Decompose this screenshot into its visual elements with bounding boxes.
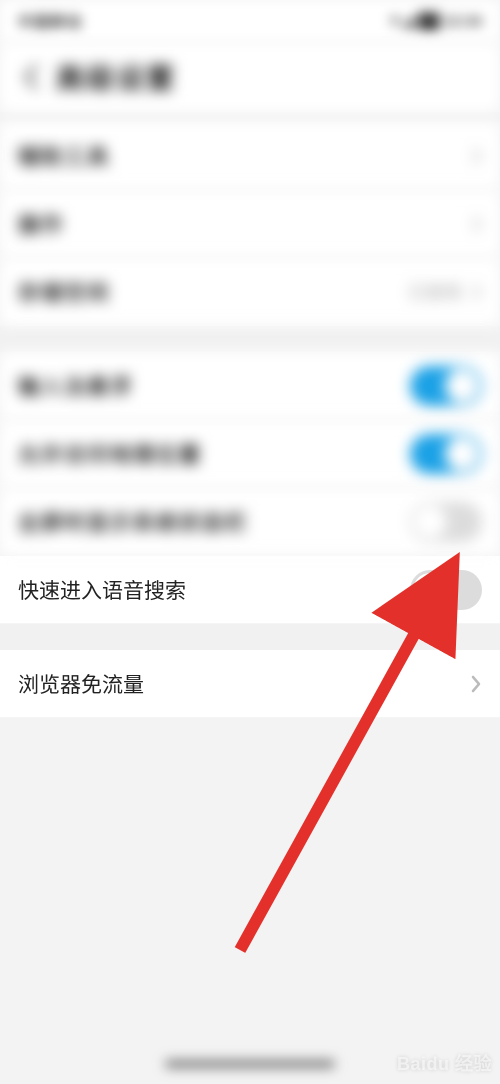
row-label: 存储空间 <box>18 277 110 307</box>
status-bar: 中国移动 ▼◢ ██ 12:34 <box>0 0 500 42</box>
row-right <box>472 148 482 164</box>
settings-row[interactable]: 辅助工具 <box>0 122 500 190</box>
chevron-right-icon <box>472 284 482 300</box>
nav-bar: 高级设置 <box>0 42 500 112</box>
chevron-right-icon <box>470 675 482 693</box>
page-title: 高级设置 <box>56 57 176 97</box>
voice-search-label: 快速进入语音搜索 <box>18 575 186 605</box>
toggle-switch[interactable] <box>410 366 482 406</box>
row-label: 全屏时显示系统状态栏 <box>18 507 248 537</box>
row-label: 辅助工具 <box>18 141 110 171</box>
status-carrier: 中国移动 <box>18 11 82 32</box>
settings-row[interactable]: 存储空间 已使用 <box>0 258 500 326</box>
settings-row-toggle[interactable]: 全屏时显示系统状态栏 <box>0 488 500 556</box>
home-indicator <box>165 1060 335 1068</box>
section-gap <box>0 624 500 650</box>
chevron-right-icon <box>472 216 482 232</box>
back-icon[interactable] <box>16 62 46 92</box>
toggle-switch[interactable] <box>410 434 482 474</box>
row-label: 允许访问地理位置 <box>18 439 202 469</box>
settings-row-toggle[interactable]: 允许访问地理位置 <box>0 420 500 488</box>
voice-search-toggle[interactable] <box>410 570 482 610</box>
status-indicators: ▼◢ ██ 12:34 <box>388 12 482 30</box>
browser-free-traffic-row[interactable]: 浏览器免流量 <box>0 650 500 718</box>
settings-row[interactable]: 操作 <box>0 190 500 258</box>
row-label: 操作 <box>18 209 64 239</box>
watermark: Baidu 经验 <box>397 1050 492 1076</box>
voice-search-row[interactable]: 快速进入语音搜索 <box>0 556 500 624</box>
browser-free-traffic-label: 浏览器免流量 <box>18 669 144 699</box>
toggle-switch[interactable] <box>410 502 482 542</box>
row-right <box>470 675 482 693</box>
row-label: 输入法悬浮 <box>18 371 133 401</box>
row-value: 已使用 <box>408 279 462 305</box>
section-gap <box>0 112 500 122</box>
settings-row-toggle[interactable]: 输入法悬浮 <box>0 352 500 420</box>
row-right <box>472 216 482 232</box>
chevron-right-icon <box>472 148 482 164</box>
row-right: 已使用 <box>408 279 482 305</box>
section-gap <box>0 326 500 352</box>
